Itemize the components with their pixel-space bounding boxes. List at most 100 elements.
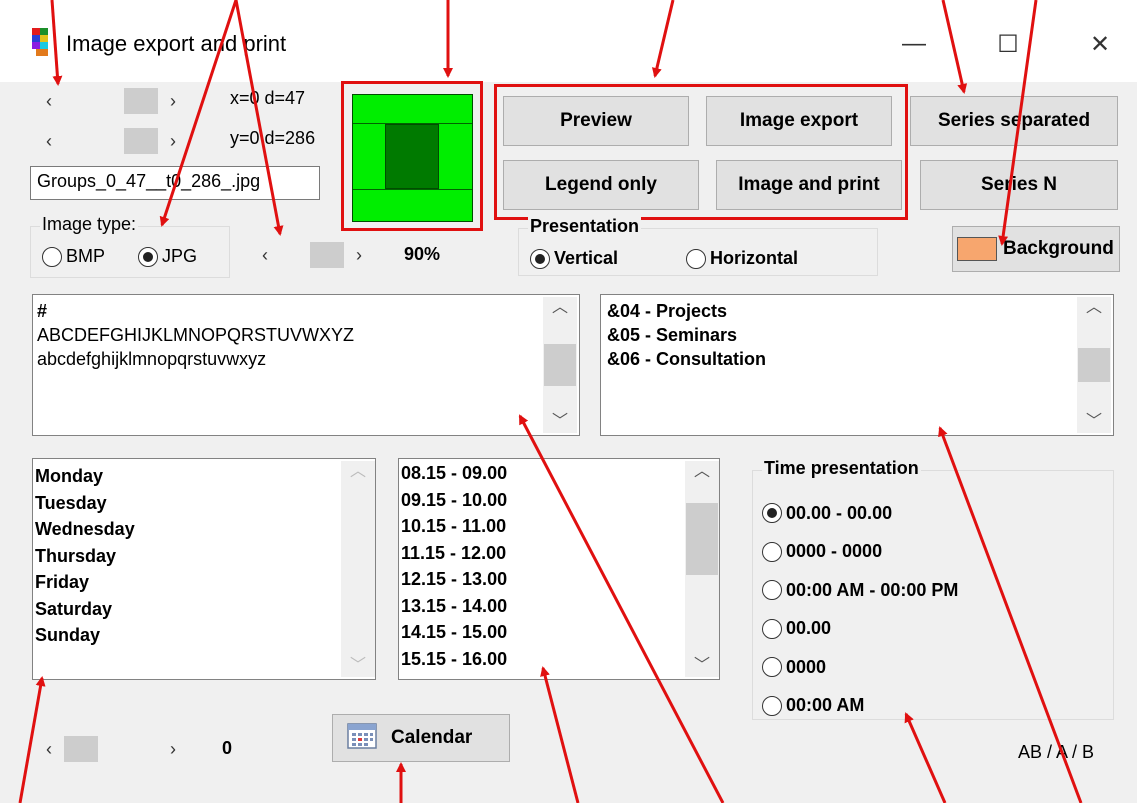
- layout-preview-inner: [385, 124, 439, 189]
- radio-circle[interactable]: [138, 246, 158, 267]
- close-icon: ✕: [1089, 30, 1111, 58]
- radio-time-format[interactable]: 0000: [762, 648, 1102, 687]
- list-item: &04 - Projects: [607, 301, 728, 321]
- radio-bmp[interactable]: BMP: [42, 246, 105, 267]
- close-button[interactable]: ✕: [1070, 24, 1130, 64]
- list-item: &06 - Consultation: [607, 349, 767, 369]
- list-item[interactable]: 09.15 - 10.00: [401, 487, 681, 514]
- radio-circle[interactable]: [762, 657, 782, 678]
- scroll-thumb[interactable]: [124, 88, 158, 114]
- list-item[interactable]: Monday: [35, 463, 335, 490]
- window-title: Image export and print: [66, 31, 287, 56]
- scroll-left-icon[interactable]: ‹: [34, 131, 64, 152]
- categories-scrollbar[interactable]: ︿ ﹀: [1077, 297, 1111, 433]
- calendar-button[interactable]: Calendar: [332, 714, 510, 762]
- radio-time-format[interactable]: 00.00: [762, 610, 1102, 649]
- radio-jpg[interactable]: JPG: [138, 246, 197, 267]
- scroll-right-icon[interactable]: ›: [158, 131, 188, 152]
- footer-label: AB / A / B: [1018, 742, 1095, 762]
- radio-horizontal[interactable]: Horizontal: [686, 248, 798, 269]
- list-item[interactable]: Saturday: [35, 596, 335, 623]
- radio-circle[interactable]: [762, 541, 782, 562]
- background-button[interactable]: Background: [952, 226, 1120, 272]
- list-item[interactable]: Friday: [35, 569, 335, 596]
- radio-circle[interactable]: [762, 503, 782, 524]
- list-item: ABCDEFGHIJKLMNOPQRSTUVWXYZ: [37, 325, 355, 345]
- scroll-down-icon[interactable]: ﹀: [1086, 411, 1102, 433]
- font-sample-scrollbar[interactable]: ︿ ﹀: [543, 297, 577, 433]
- scroll-thumb[interactable]: [310, 242, 344, 268]
- minimize-icon: —: [902, 30, 926, 57]
- series-n-button[interactable]: Series N: [920, 160, 1118, 210]
- scroll-up-icon[interactable]: ︿: [350, 461, 366, 483]
- maximize-icon: ☐: [997, 30, 1019, 58]
- time-presentation-label: Time presentation: [762, 458, 921, 479]
- list-item[interactable]: 13.15 - 14.00: [401, 593, 681, 620]
- radio-time-format[interactable]: 00:00 AM: [762, 687, 1102, 726]
- y-readout: y=0 d=286: [230, 128, 316, 148]
- font-sample-box[interactable]: # ABCDEFGHIJKLMNOPQRSTUVWXYZ abcdefghijk…: [32, 294, 580, 436]
- app-icon: [32, 28, 56, 56]
- list-item: #: [37, 301, 48, 321]
- scroll-thumb[interactable]: [124, 128, 158, 154]
- radio-time-format[interactable]: 00.00 - 00.00: [762, 494, 1102, 533]
- maximize-button[interactable]: ☐: [978, 24, 1038, 64]
- minimize-button[interactable]: —: [884, 24, 944, 64]
- scroll-thumb[interactable]: [544, 344, 576, 386]
- y-position-scrollbar[interactable]: ‹ ›: [34, 126, 194, 156]
- list-item[interactable]: 14.15 - 15.00: [401, 619, 681, 646]
- scroll-down-icon[interactable]: ﹀: [694, 655, 710, 677]
- list-item[interactable]: Sunday: [35, 622, 335, 649]
- radio-circle[interactable]: [530, 248, 550, 269]
- radio-circle[interactable]: [762, 580, 782, 601]
- radio-circle[interactable]: [762, 618, 782, 639]
- list-item[interactable]: 08.15 - 09.00: [401, 460, 681, 487]
- filename-input[interactable]: Groups_0_47__t0_286_.jpg: [30, 166, 320, 200]
- times-list[interactable]: 08.15 - 09.00 09.15 - 10.00 10.15 - 11.00 1…: [398, 458, 720, 680]
- scroll-right-icon[interactable]: ›: [158, 91, 188, 112]
- radio-circle[interactable]: [42, 246, 62, 267]
- image-and-print-button[interactable]: Image and print: [716, 160, 902, 210]
- preview-button[interactable]: Preview: [503, 96, 689, 146]
- list-item[interactable]: 15.15 - 16.00: [401, 646, 681, 673]
- layout-preview[interactable]: [352, 94, 473, 222]
- list-item[interactable]: 10.15 - 11.00: [401, 513, 681, 540]
- scroll-left-icon[interactable]: ‹: [250, 245, 280, 266]
- list-item[interactable]: Thursday: [35, 543, 335, 570]
- scroll-left-icon[interactable]: ‹: [34, 91, 64, 112]
- list-item[interactable]: 11.15 - 12.00: [401, 540, 681, 567]
- series-separated-button[interactable]: Series separated: [910, 96, 1118, 146]
- zoom-value: 90%: [404, 244, 441, 264]
- scroll-thumb[interactable]: [1078, 348, 1110, 382]
- scroll-down-icon[interactable]: ﹀: [552, 411, 568, 433]
- list-item[interactable]: Tuesday: [35, 490, 335, 517]
- scroll-up-icon[interactable]: ︿: [694, 461, 710, 483]
- times-scrollbar[interactable]: ︿ ﹀: [685, 461, 719, 677]
- scroll-up-icon[interactable]: ︿: [1086, 297, 1102, 319]
- calendar-icon: [347, 721, 377, 755]
- radio-circle[interactable]: [686, 248, 706, 269]
- scroll-right-icon[interactable]: ›: [344, 245, 374, 266]
- list-item[interactable]: Wednesday: [35, 516, 335, 543]
- presentation-label: Presentation: [528, 216, 642, 237]
- scroll-up-icon[interactable]: ︿: [552, 297, 568, 319]
- categories-box[interactable]: &04 - Projects &05 - Seminars &06 - Cons…: [600, 294, 1114, 436]
- list-item[interactable]: 12.15 - 13.00: [401, 566, 681, 593]
- x-position-scrollbar[interactable]: ‹ ›: [34, 86, 194, 116]
- days-list[interactable]: Monday Tuesday Wednesday Thursday Friday Satu…: [32, 458, 376, 680]
- radio-vertical[interactable]: Vertical: [530, 248, 618, 269]
- scroll-thumb[interactable]: [64, 736, 98, 762]
- legend-only-button[interactable]: Legend only: [503, 160, 699, 210]
- scroll-down-icon[interactable]: ﹀: [350, 655, 366, 677]
- scroll-left-icon[interactable]: ‹: [34, 739, 64, 760]
- zoom-scrollbar[interactable]: ‹ ›: [250, 240, 386, 270]
- bottom-scrollbar[interactable]: ‹ ›: [34, 734, 194, 764]
- scroll-thumb[interactable]: [686, 503, 718, 575]
- image-export-button[interactable]: Image export: [706, 96, 892, 146]
- radio-time-format[interactable]: 00:00 AM - 00:00 PM: [762, 571, 1102, 610]
- radio-time-format[interactable]: 0000 - 0000: [762, 533, 1102, 572]
- export-window: Image export and print — ☐ ✕ ‹ › x=0 d=4…: [0, 0, 1137, 803]
- radio-circle[interactable]: [762, 695, 782, 716]
- days-scrollbar[interactable]: ︿ ﹀: [341, 461, 375, 677]
- scroll-right-icon[interactable]: ›: [158, 739, 188, 760]
